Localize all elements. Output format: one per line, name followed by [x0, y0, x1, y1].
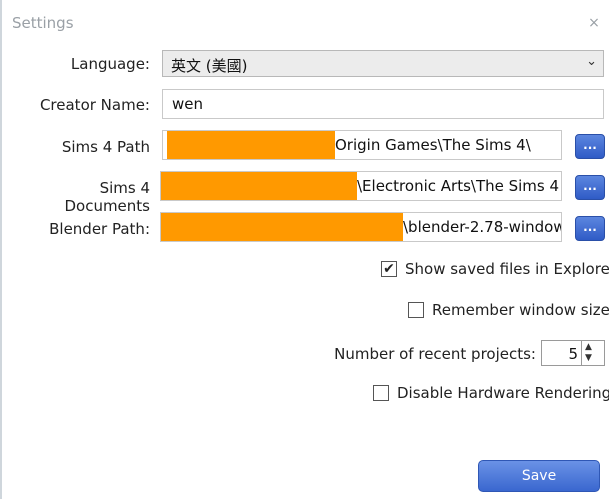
- close-icon[interactable]: ×: [585, 14, 603, 32]
- sims4-documents-input[interactable]: \Electronic Arts\The Sims 4: [160, 171, 562, 201]
- sims4-path-input[interactable]: Origin Games\The Sims 4\: [162, 130, 562, 160]
- sims4-documents-value: \Electronic Arts\The Sims 4: [357, 177, 560, 195]
- recent-projects-value: 5: [568, 345, 578, 363]
- disable-hardware-rendering-label: Disable Hardware Rendering: [397, 384, 609, 402]
- creator-name-label: Creator Name:: [39, 96, 150, 114]
- show-saved-files-option[interactable]: ✔ Show saved files in Explorer: [381, 260, 609, 282]
- creator-name-value: wen: [172, 95, 204, 113]
- blender-path-label: Blender Path:: [49, 220, 150, 238]
- remember-window-size-checkbox[interactable]: [408, 302, 424, 318]
- redaction-block: [167, 131, 335, 159]
- creator-name-input[interactable]: wen: [162, 89, 604, 119]
- sims4-documents-browse-button[interactable]: ...: [575, 175, 605, 200]
- stepper-buttons: ▲ ▼: [581, 341, 604, 365]
- sims4-path-browse-button[interactable]: ...: [575, 134, 605, 159]
- blender-path-value: \blender-2.78-window: [403, 218, 562, 236]
- window-title: Settings: [12, 14, 74, 32]
- settings-dialog: Settings × Language: 英文 (美國) ⌄ Creator N…: [0, 0, 609, 499]
- language-value: 英文 (美國): [171, 57, 248, 75]
- sims4-path-label: Sims 4 Path: [61, 138, 150, 156]
- sims4-documents-label: Sims 4 Documents: [64, 179, 150, 215]
- redaction-block: [161, 213, 403, 241]
- chevron-down-icon: ⌄: [586, 54, 597, 69]
- save-button[interactable]: Save: [478, 460, 600, 492]
- sims4-path-value: Origin Games\The Sims 4\: [335, 136, 531, 154]
- blender-path-browse-button[interactable]: ...: [575, 216, 605, 241]
- language-select[interactable]: 英文 (美國) ⌄: [162, 50, 604, 77]
- recent-projects-label: Number of recent projects:: [334, 345, 536, 363]
- blender-path-input[interactable]: \blender-2.78-window: [160, 212, 562, 242]
- redaction-block: [161, 172, 357, 200]
- remember-window-size-label: Remember window size: [432, 301, 609, 319]
- recent-projects-stepper[interactable]: 5 ▲ ▼: [541, 340, 605, 366]
- show-saved-files-label: Show saved files in Explorer: [405, 260, 609, 278]
- stepper-down-icon[interactable]: ▼: [585, 353, 592, 363]
- stepper-up-icon[interactable]: ▲: [585, 342, 592, 352]
- disable-hardware-rendering-option[interactable]: Disable Hardware Rendering: [373, 384, 609, 406]
- remember-window-size-option[interactable]: Remember window size: [408, 301, 609, 323]
- disable-hardware-rendering-checkbox[interactable]: [373, 385, 389, 401]
- language-label: Language:: [70, 55, 150, 73]
- show-saved-files-checkbox[interactable]: ✔: [381, 261, 397, 277]
